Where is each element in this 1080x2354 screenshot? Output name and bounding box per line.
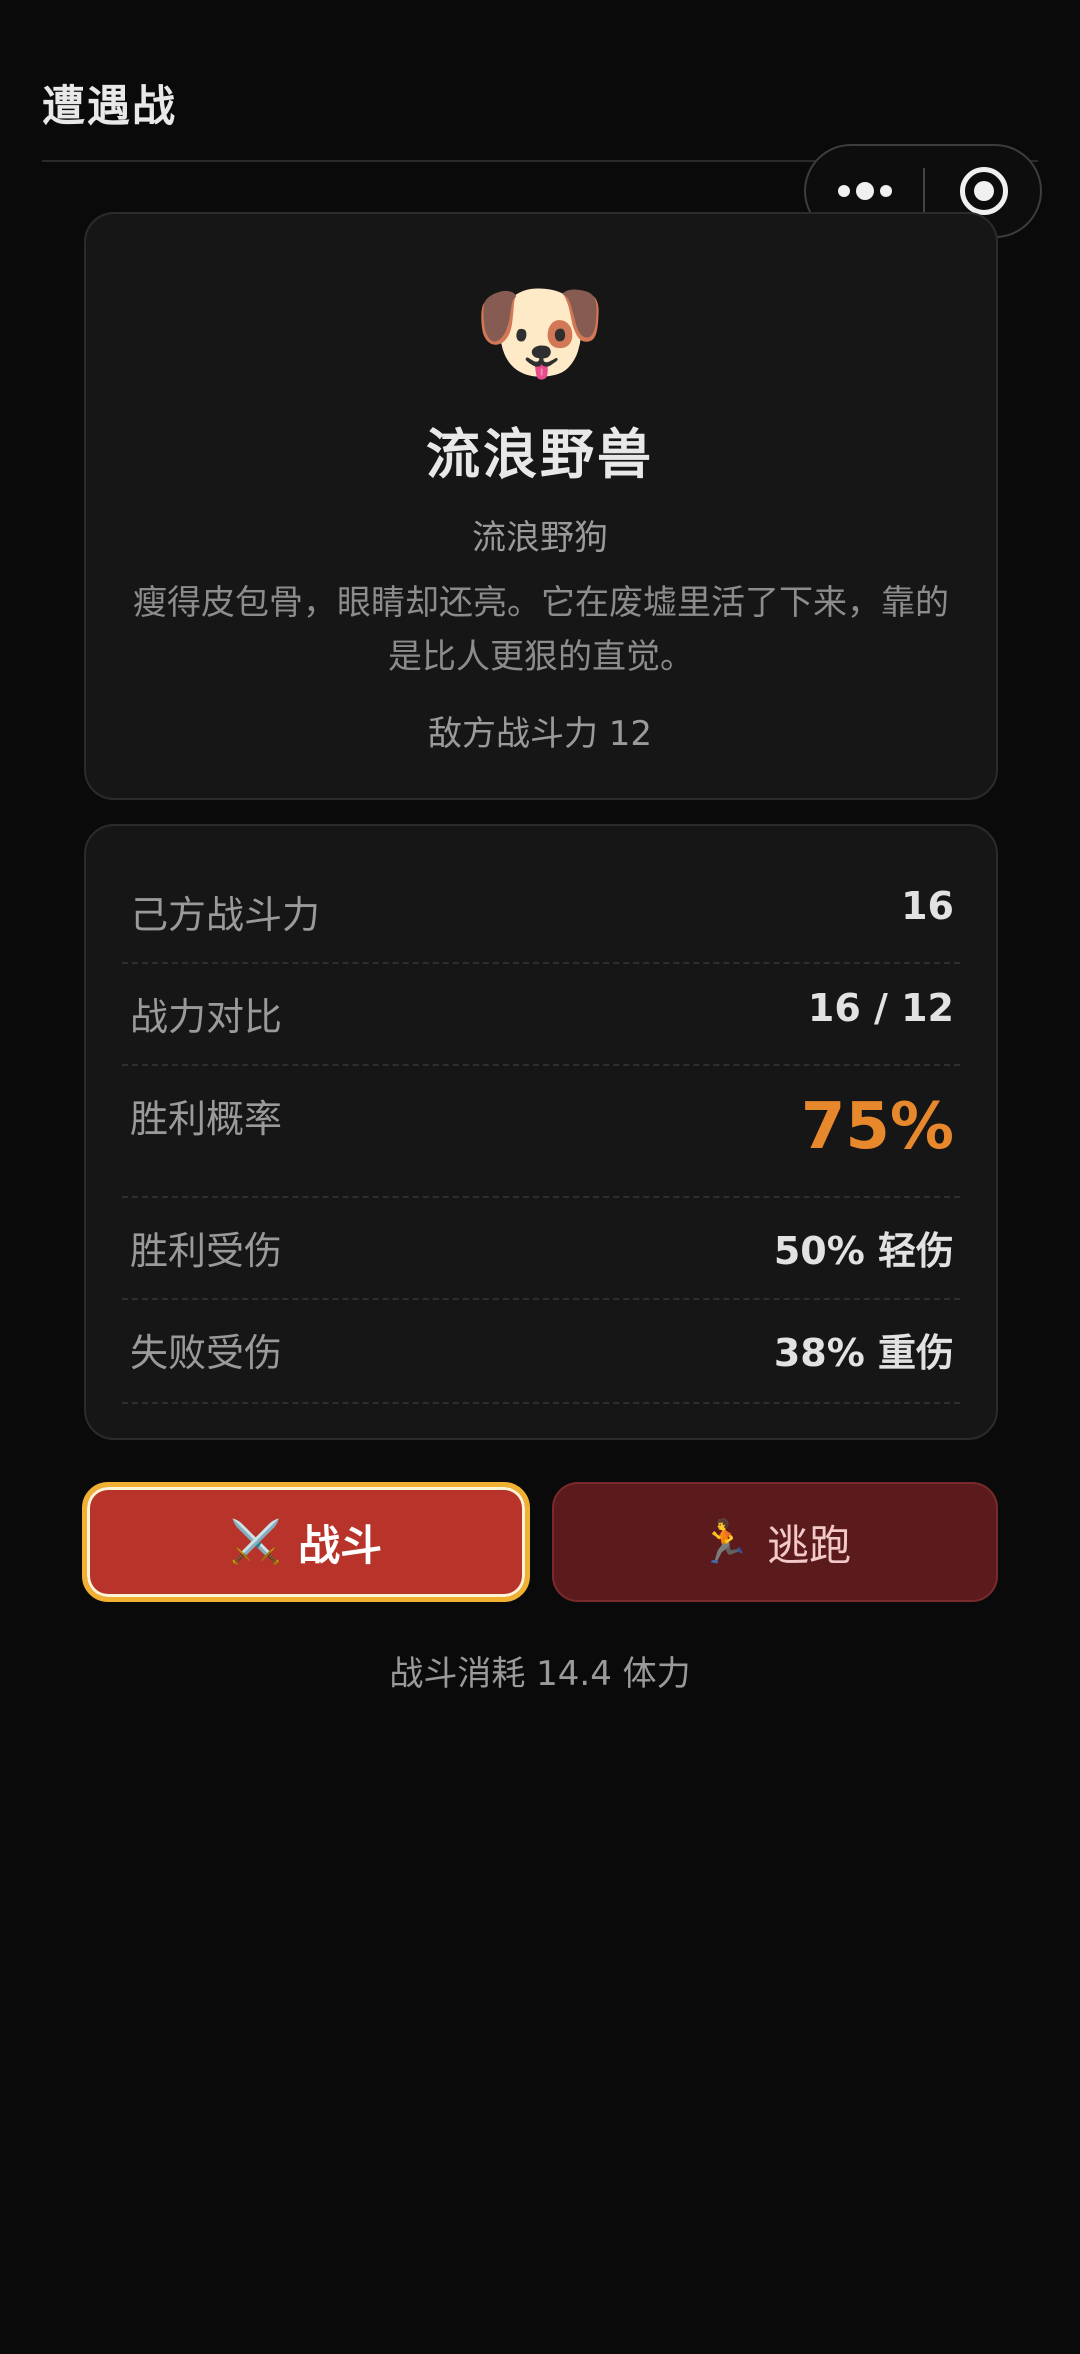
stat-value: 16 / 12 (807, 986, 954, 1030)
nav-header (42, 0, 1038, 162)
stat-label: 胜利概率 (130, 1097, 283, 1141)
enemy-description: 瘦得皮包骨，眼睛却还亮。它在废墟里活了下来，靠的是比人更狠的直觉。 (133, 583, 949, 677)
stat-row-own-power: 己方战斗力 16 (122, 870, 960, 964)
crossed-swords-icon: ⚔️ (229, 1517, 283, 1566)
stat-label: 失败受伤 (130, 1331, 283, 1375)
win-rate-value: 75% (800, 1090, 954, 1164)
enemy-power: 敌方战斗力 12 (427, 714, 653, 754)
flee-button[interactable]: 🏃 逃跑 (552, 1482, 998, 1602)
page-title: 遭遇战 (42, 82, 177, 132)
enemy-name: 流浪野兽 (426, 423, 654, 486)
stat-row-win-rate: 胜利概率 75% (122, 1066, 960, 1198)
stat-row-loss-injury: 失败受伤 38% 重伤 (122, 1300, 960, 1404)
enemy-subtitle: 流浪野狗 (472, 518, 608, 558)
fight-button[interactable]: ⚔️ 战斗 (82, 1482, 530, 1602)
stat-row-power-ratio: 战力对比 16 / 12 (122, 964, 960, 1066)
stat-label: 战力对比 (130, 995, 283, 1039)
stat-label: 己方战斗力 (130, 893, 321, 937)
stat-value: 38% 重伤 (773, 1331, 954, 1375)
stat-value: 50% 轻伤 (773, 1229, 954, 1273)
running-person-icon: 🏃 (698, 1517, 752, 1566)
flee-button-label: 逃跑 (767, 1520, 852, 1570)
fight-button-label: 战斗 (298, 1520, 383, 1570)
stat-label: 胜利受伤 (130, 1229, 283, 1273)
stat-row-win-injury: 胜利受伤 50% 轻伤 (122, 1198, 960, 1300)
enemy-emoji: 🐶 (472, 270, 608, 395)
stamina-cost-text: 战斗消耗 14.4 体力 (389, 1654, 691, 1694)
stat-value: 16 (901, 884, 954, 928)
